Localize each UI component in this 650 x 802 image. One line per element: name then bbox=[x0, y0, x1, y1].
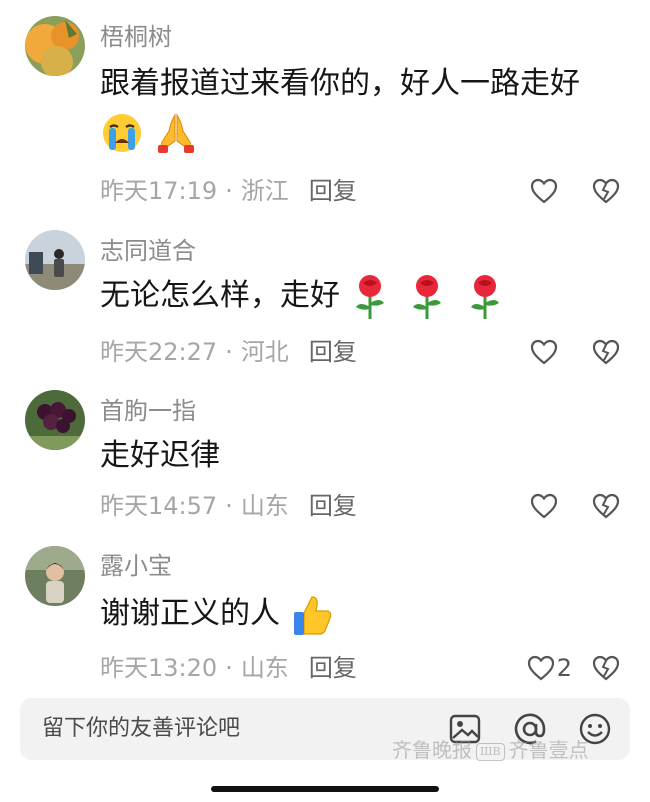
comment-text: 无论怎么样，走好 bbox=[100, 272, 620, 321]
comment-text: 跟着报道过来看你的，好人一路走好 bbox=[100, 60, 620, 156]
comment-meta: 昨天13:20 · 山东 回复 bbox=[100, 653, 357, 683]
comment-page: 梧桐树 跟着报道过来看你的，好人一路走好 昨天17:19 · 浙江 回复 志同道… bbox=[0, 0, 650, 802]
rose-icon bbox=[407, 273, 447, 321]
comment-location: 河北 bbox=[240, 338, 289, 366]
dislike-button[interactable] bbox=[592, 176, 620, 206]
username[interactable]: 志同道合 bbox=[100, 236, 196, 266]
avatar[interactable] bbox=[25, 546, 85, 606]
heart-icon bbox=[527, 655, 554, 681]
rose-icon bbox=[350, 273, 390, 321]
comment-time: 昨天22:27 bbox=[100, 338, 218, 366]
like-button[interactable] bbox=[530, 491, 560, 521]
comment-text-content: 走好迟律 bbox=[100, 438, 220, 473]
username[interactable]: 露小宝 bbox=[100, 551, 172, 581]
like-button[interactable]: 2 bbox=[527, 653, 572, 683]
broken-heart-icon bbox=[592, 339, 620, 365]
broken-heart-icon bbox=[592, 178, 620, 204]
dislike-button[interactable] bbox=[592, 653, 620, 683]
watermark-brand-script: 齐鲁晚报 bbox=[392, 738, 472, 762]
watermark-brand-text: 齐鲁壹点 bbox=[508, 738, 589, 762]
avatar[interactable] bbox=[25, 16, 85, 76]
meta-separator: · bbox=[225, 338, 233, 366]
like-button[interactable] bbox=[530, 176, 560, 206]
comment-location: 山东 bbox=[240, 492, 289, 520]
dislike-button[interactable] bbox=[592, 491, 620, 521]
heart-icon bbox=[530, 339, 558, 365]
comment-text: 谢谢正义的人 bbox=[100, 590, 620, 638]
comment-input-placeholder[interactable]: 留下你的友善评论吧 bbox=[42, 714, 240, 744]
heart-icon bbox=[530, 178, 558, 204]
crying-face-icon bbox=[100, 111, 144, 155]
broken-heart-icon bbox=[592, 655, 620, 681]
comment-text: 走好迟律 bbox=[100, 432, 620, 480]
heart-icon bbox=[530, 493, 558, 519]
comment-location: 山东 bbox=[240, 654, 289, 682]
broken-heart-icon bbox=[592, 493, 620, 519]
comment-time: 昨天17:19 bbox=[100, 177, 218, 205]
watermark-badge: ШB bbox=[476, 742, 505, 761]
rose-icon bbox=[465, 273, 505, 321]
comment-time: 昨天13:20 bbox=[100, 654, 218, 682]
comment-location: 浙江 bbox=[240, 177, 289, 205]
avatar[interactable] bbox=[25, 230, 85, 290]
folded-hands-icon bbox=[154, 111, 198, 155]
home-indicator[interactable] bbox=[211, 786, 439, 792]
reply-button[interactable]: 回复 bbox=[309, 338, 357, 366]
comment-meta: 昨天14:57 · 山东 回复 bbox=[100, 491, 357, 521]
reply-button[interactable]: 回复 bbox=[309, 177, 357, 205]
reply-button[interactable]: 回复 bbox=[309, 654, 357, 682]
meta-separator: · bbox=[225, 177, 233, 205]
meta-separator: · bbox=[225, 654, 233, 682]
comment-text-content: 谢谢正义的人 bbox=[100, 596, 280, 631]
avatar[interactable] bbox=[25, 390, 85, 450]
username[interactable]: 梧桐树 bbox=[100, 22, 172, 52]
reply-button[interactable]: 回复 bbox=[309, 492, 357, 520]
meta-separator: · bbox=[225, 492, 233, 520]
comment-text-content: 跟着报道过来看你的，好人一路走好 bbox=[100, 66, 580, 101]
watermark: 齐鲁晚报 ШB 齐鲁壹点 bbox=[392, 736, 589, 764]
comment-time: 昨天14:57 bbox=[100, 492, 218, 520]
dislike-button[interactable] bbox=[592, 337, 620, 367]
comment-meta: 昨天22:27 · 河北 回复 bbox=[100, 337, 357, 367]
like-button[interactable] bbox=[530, 337, 560, 367]
thumbs-up-icon bbox=[290, 593, 334, 637]
like-count: 2 bbox=[556, 654, 572, 682]
comment-meta: 昨天17:19 · 浙江 回复 bbox=[100, 176, 357, 206]
username[interactable]: 首朐一指 bbox=[100, 396, 196, 426]
comment-text-content: 无论怎么样，走好 bbox=[100, 278, 340, 313]
